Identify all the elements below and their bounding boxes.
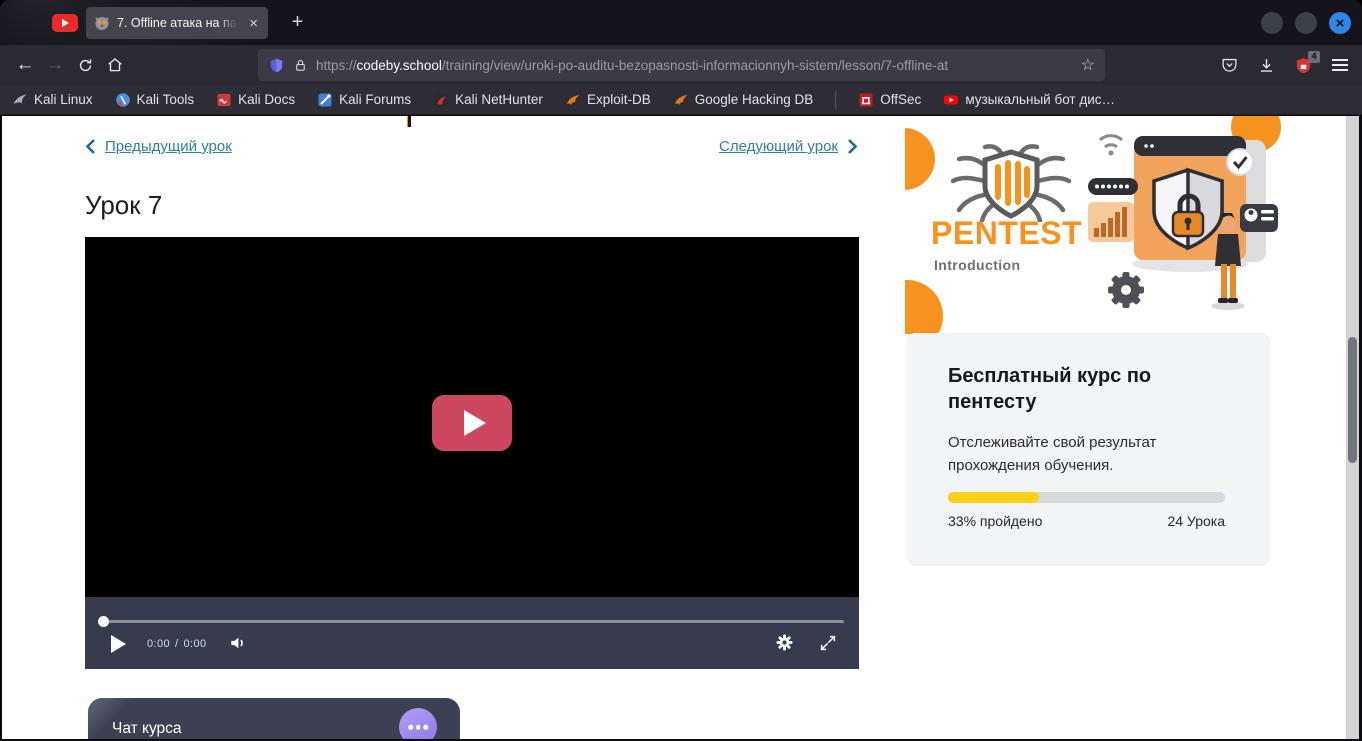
seek-handle[interactable] <box>98 616 109 627</box>
pinned-tab-youtube[interactable] <box>50 13 80 33</box>
chat-title: Чат курса <box>112 720 182 738</box>
volume-icon <box>228 633 248 653</box>
hamburger-icon <box>1332 59 1348 71</box>
big-play-button[interactable] <box>432 395 512 451</box>
chat-bubble-icon[interactable] <box>399 708 437 741</box>
clipped-page-title-fragment <box>407 116 411 127</box>
volume-button[interactable] <box>228 633 248 658</box>
play-button[interactable] <box>111 635 126 653</box>
kali-docs-icon <box>216 92 232 108</box>
reload-icon <box>77 57 94 74</box>
tab-close-icon[interactable]: × <box>247 16 260 31</box>
video-controls-bar: 0:00/0:00 <box>85 597 859 669</box>
url-text: https://codeby.school/training/view/urok… <box>316 58 1073 73</box>
bookmarks-bar: Kali Linux Kali Tools Kali Docs Kali F <box>0 85 1362 115</box>
page-content: Предыдущий урок Следующий урок Урок 7 0:… <box>0 116 1362 741</box>
orange-circle-decoration <box>905 128 935 190</box>
kali-tools-icon <box>115 92 131 108</box>
fullscreen-button[interactable] <box>819 634 837 657</box>
bookmark-google-hacking-db[interactable]: Google Hacking DB <box>673 92 814 108</box>
downloads-button[interactable] <box>1252 51 1280 79</box>
home-icon <box>106 56 124 74</box>
lesson-heading: Урок 7 <box>85 190 162 221</box>
course-card-description: Отслеживайте свой результат прохождения … <box>948 432 1188 477</box>
video-screen[interactable] <box>85 237 859 597</box>
kali-dragon-icon <box>12 92 28 108</box>
time-display: 0:00/0:00 <box>147 638 207 650</box>
kali-forums-icon <box>317 92 333 108</box>
pocket-button[interactable] <box>1215 51 1243 79</box>
chevron-left-icon <box>84 138 96 155</box>
window-controls: × <box>1261 12 1351 34</box>
course-card-title: Бесплатный курс по пентесту <box>948 363 1198 415</box>
url-input[interactable]: https://codeby.school/training/view/urok… <box>258 49 1105 81</box>
extension-badge: 4 <box>1308 51 1320 63</box>
download-icon <box>1257 56 1276 75</box>
lessons-count-label: 24 Урока <box>1167 513 1225 529</box>
lock-icon <box>293 58 308 73</box>
course-chat-widget[interactable]: Чат курса <box>88 698 460 741</box>
next-lesson-link[interactable]: Следующий урок <box>719 138 859 155</box>
bookmark-music-bot[interactable]: музыкальный бот дис… <box>943 92 1115 108</box>
close-button[interactable]: × <box>1329 12 1351 34</box>
forward-button[interactable]: → <box>40 50 70 80</box>
bookmark-exploit-db[interactable]: Exploit-DB <box>565 92 651 108</box>
bookmark-kali-nethunter[interactable]: Kali NetHunter <box>433 92 543 108</box>
settings-button[interactable] <box>774 632 795 658</box>
codeby-owl-favicon <box>94 15 110 31</box>
back-button[interactable]: ← <box>10 50 40 80</box>
bookmark-offsec[interactable]: OffSec <box>858 92 921 108</box>
bookmark-kali-forums[interactable]: Kali Forums <box>317 92 411 108</box>
video-player: 0:00/0:00 <box>85 237 859 669</box>
previous-lesson-link[interactable]: Предыдущий урок <box>84 138 232 155</box>
fullscreen-icon <box>819 634 837 652</box>
course-banner: PENTEST Introduction <box>905 116 1285 334</box>
adblock-extension-button[interactable]: 4 <box>1289 51 1317 79</box>
tab-title: 7. Offline атака на пароли <box>117 16 240 30</box>
chevron-right-icon <box>847 138 859 155</box>
navigation-toolbar: ← → https://codeby.school/training/vi <box>0 45 1362 85</box>
page-scrollbar-track[interactable] <box>1346 116 1359 741</box>
active-tab[interactable]: 7. Offline атака на пароли × <box>86 7 268 39</box>
kali-nethunter-icon <box>433 92 449 108</box>
youtube-icon <box>943 92 959 108</box>
bookmark-kali-tools[interactable]: Kali Tools <box>115 92 195 108</box>
offsec-icon <box>858 92 874 108</box>
gear-icon <box>774 632 795 653</box>
course-progress-card: Бесплатный курс по пентесту Отслеживайте… <box>907 333 1270 566</box>
seek-bar[interactable] <box>100 620 844 623</box>
brand-subtitle: Introduction <box>934 257 1020 273</box>
course-illustration <box>1088 122 1278 322</box>
brand-title: PENTEST <box>931 215 1082 252</box>
pocket-icon <box>1220 56 1239 75</box>
course-progress-bar <box>948 492 1225 503</box>
bookmark-star-icon[interactable]: ☆ <box>1081 55 1095 75</box>
youtube-icon <box>52 14 78 32</box>
menu-button[interactable] <box>1326 51 1354 79</box>
bookmarks-separator <box>835 91 836 109</box>
course-progress-fill <box>948 492 1039 503</box>
tab-bar: 7. Offline атака на пароли × + × <box>0 0 1362 45</box>
maximize-button[interactable] <box>1295 12 1317 34</box>
pentest-spider-logo <box>947 144 1075 222</box>
bookmark-kali-docs[interactable]: Kali Docs <box>216 92 295 108</box>
toolbar-right-cluster: 4 <box>1215 45 1354 85</box>
new-tab-button[interactable]: + <box>284 9 311 36</box>
window-border-left <box>0 116 2 741</box>
page-scrollbar-thumb[interactable] <box>1348 337 1357 463</box>
bookmark-kali-linux[interactable]: Kali Linux <box>12 92 93 108</box>
progress-percent-label: 33% пройдено <box>948 513 1042 529</box>
reload-button[interactable] <box>70 50 100 80</box>
exploit-db-icon <box>565 92 581 108</box>
minimize-button[interactable] <box>1261 12 1283 34</box>
home-button[interactable] <box>100 50 130 80</box>
orange-circle-decoration <box>905 280 943 334</box>
exploit-db-icon <box>673 92 689 108</box>
tracking-protection-shield-icon[interactable] <box>268 57 285 74</box>
browser-window: 7. Offline атака на пароли × + × ← → <box>0 0 1362 741</box>
